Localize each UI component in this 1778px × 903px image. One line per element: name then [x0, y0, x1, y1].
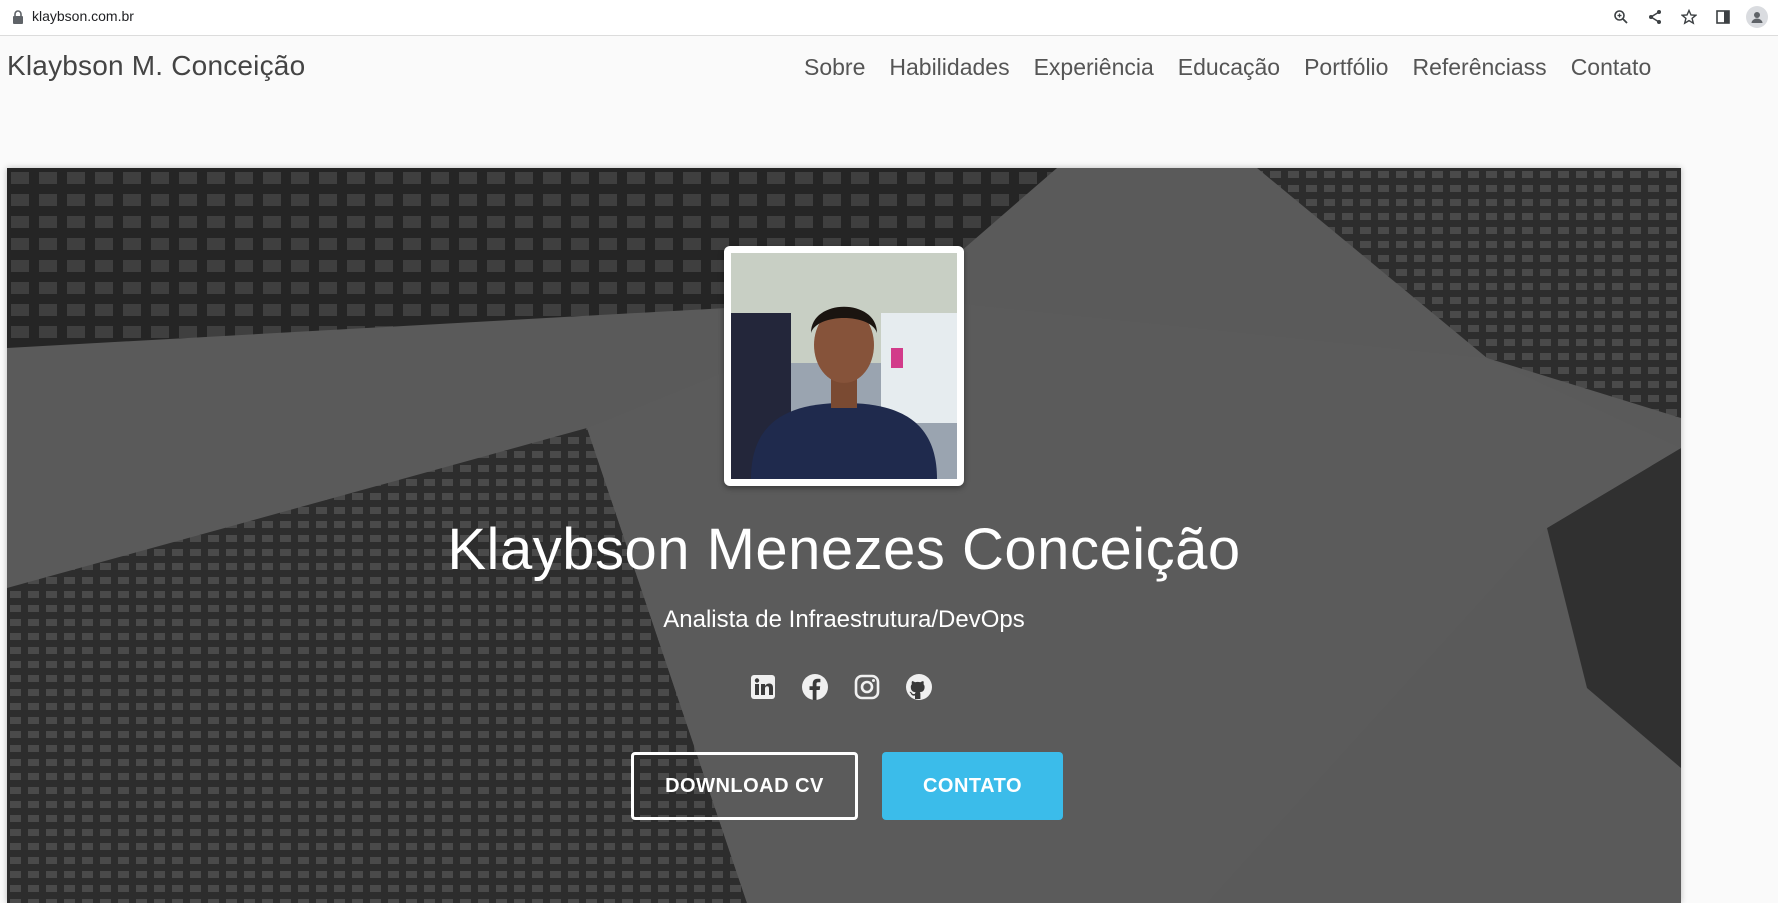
site-brand[interactable]: Klaybson M. Conceição — [7, 50, 305, 82]
star-icon[interactable] — [1678, 6, 1700, 28]
zoom-icon[interactable] — [1610, 6, 1632, 28]
share-icon[interactable] — [1644, 6, 1666, 28]
browser-toolbar: klaybson.com.br — [0, 0, 1778, 36]
hero-name: Klaybson Menezes Conceição — [447, 517, 1241, 582]
contact-button[interactable]: CONTATO — [882, 752, 1063, 820]
profile-photo — [731, 253, 957, 479]
hero-section: Klaybson Menezes Conceição Analista de I… — [7, 168, 1681, 903]
linkedin-icon[interactable] — [748, 672, 778, 702]
hero-role: Analista de Infraestrutura/DevOps — [663, 606, 1025, 633]
instagram-icon[interactable] — [852, 672, 882, 702]
github-icon[interactable] — [904, 672, 934, 702]
nav-link-experiencia[interactable]: Experiência — [1034, 54, 1154, 81]
nav-menu: Sobre Habilidades Experiência Educação P… — [804, 54, 1651, 81]
nav-link-sobre[interactable]: Sobre — [804, 54, 865, 81]
nav-link-referencias[interactable]: Referênciass — [1412, 54, 1546, 81]
site-navbar: Klaybson M. Conceição Sobre Habilidades … — [0, 36, 1778, 100]
nav-link-contato[interactable]: Contato — [1571, 54, 1652, 81]
nav-link-educacao[interactable]: Educação — [1178, 54, 1280, 81]
social-links — [748, 672, 934, 702]
profile-photo-frame — [724, 246, 964, 486]
download-cv-button[interactable]: DOWNLOAD CV — [631, 752, 858, 820]
lock-icon — [13, 10, 23, 24]
nav-link-habilidades[interactable]: Habilidades — [889, 54, 1009, 81]
nav-link-portfolio[interactable]: Portfólio — [1304, 54, 1388, 81]
profile-icon[interactable] — [1746, 6, 1768, 28]
side-panel-icon[interactable] — [1712, 6, 1734, 28]
address-bar-url[interactable]: klaybson.com.br — [32, 8, 134, 24]
facebook-icon[interactable] — [800, 672, 830, 702]
